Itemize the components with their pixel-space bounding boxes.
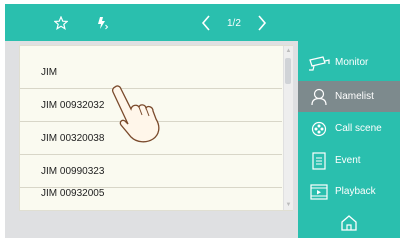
intercom-screen: 1/2 JIM JIM 00932032 JIM 00320038 JIM 00… <box>5 4 400 238</box>
playback-icon <box>305 183 333 200</box>
pointing-hand-illustration <box>109 83 171 150</box>
list-item-label: JIM 00990323 <box>41 165 105 177</box>
chevron-right-icon <box>258 15 266 31</box>
star-icon[interactable] <box>52 14 70 32</box>
camera-icon <box>305 55 333 71</box>
page-indicator: 1/2 <box>227 17 241 29</box>
sidebar-item-label: Playback <box>335 186 376 197</box>
list-item-label: JIM 00932032 <box>41 99 105 111</box>
list-scrollbar[interactable]: ▲ ▼ <box>283 46 293 210</box>
scroll-up-arrow[interactable]: ▲ <box>284 47 293 55</box>
list-item-label: JIM 00932005 <box>41 187 105 199</box>
next-page-button[interactable] <box>251 13 273 33</box>
event-icon <box>305 151 333 170</box>
sidebar-item-label: Namelist <box>335 91 374 102</box>
sidebar-item-label: Call scene <box>335 123 382 134</box>
list-item[interactable]: JIM 00932005 <box>20 177 282 209</box>
sidebar-item-label: Monitor <box>335 57 369 68</box>
list-item-label: JIM 00320038 <box>41 132 105 144</box>
flash-icon[interactable] <box>93 14 111 32</box>
page-navigator: 1/2 <box>195 13 273 33</box>
scroll-down-arrow[interactable]: ▼ <box>284 201 293 209</box>
chevron-left-icon <box>201 15 210 31</box>
sidebar: Monitor Namelist Call scene Event Playba… <box>298 41 400 238</box>
person-icon <box>305 88 333 106</box>
sidebar-item-playback[interactable]: Playback <box>298 176 400 207</box>
sidebar-item-call-scene[interactable]: Call scene <box>298 113 400 144</box>
call-scene-icon <box>305 121 333 137</box>
home-icon <box>341 214 357 231</box>
sidebar-item-event[interactable]: Event <box>298 145 400 176</box>
list-item-label: JIM <box>41 66 58 78</box>
home-button[interactable] <box>298 207 400 238</box>
previous-page-button[interactable] <box>195 13 217 33</box>
sidebar-item-label: Event <box>335 155 361 166</box>
sidebar-item-monitor[interactable]: Monitor <box>298 47 400 78</box>
sidebar-item-namelist[interactable]: Namelist <box>298 81 400 112</box>
scroll-thumb[interactable] <box>285 58 291 84</box>
top-bar: 1/2 <box>5 4 400 41</box>
